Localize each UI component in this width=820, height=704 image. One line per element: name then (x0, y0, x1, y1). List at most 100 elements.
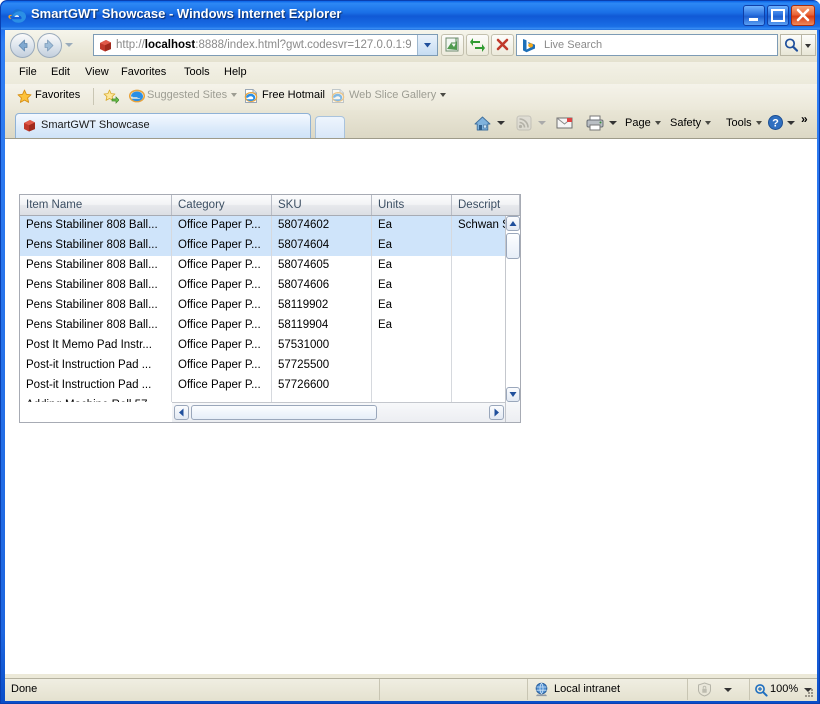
globe-icon (534, 682, 549, 700)
resize-grip[interactable] (802, 686, 814, 698)
menu-bar: File Edit View Favorites Tools Help (5, 62, 817, 85)
search-go-button[interactable] (780, 34, 802, 56)
help-icon[interactable]: ? (767, 114, 784, 134)
cell-sku: 58074604 (272, 236, 372, 256)
window-title: SmartGWT Showcase - Windows Internet Exp… (31, 6, 342, 21)
status-segment-blank-1 (379, 679, 527, 700)
column-header-units[interactable]: Units (372, 195, 452, 215)
cell-item-name: Pens Stabiliner 808 Ball... (20, 256, 172, 276)
star-icon (17, 89, 32, 107)
home-chevron-down-icon[interactable] (497, 121, 505, 125)
cell-description (452, 296, 506, 316)
cell-units: Ea (372, 296, 452, 316)
home-icon[interactable] (473, 114, 492, 136)
page-ie-icon (243, 88, 259, 107)
list-grid-header: Item Name Category SKU Units Descript (20, 195, 520, 216)
status-segment-zone[interactable]: Local intranet (527, 679, 687, 700)
scroll-left-button[interactable] (174, 405, 189, 420)
table-row[interactable]: Pens Stabiliner 808 Ball... Office Paper… (20, 256, 506, 276)
grid-vertical-scrollbar[interactable] (505, 216, 520, 402)
protected-mode-chevron-down-icon[interactable] (724, 688, 732, 692)
client-area: http://localhost:8888/index.html?gwt.cod… (5, 30, 817, 701)
column-header-item-name[interactable]: Item Name (20, 195, 172, 215)
print-icon[interactable] (585, 114, 605, 135)
menu-help[interactable]: Help (222, 66, 249, 78)
favorites-button-label[interactable]: Favorites (35, 89, 80, 101)
feeds-chevron-down-icon (538, 121, 546, 125)
zoom-icon (754, 683, 768, 700)
cell-sku: 57726600 (272, 376, 372, 396)
address-dropdown-button[interactable] (417, 35, 437, 55)
cell-item-name: Pens Stabiliner 808 Ball... (20, 276, 172, 296)
table-row[interactable]: Pens Stabiliner 808 Ball... Office Paper… (20, 236, 506, 256)
cell-sku: 58074605 (272, 256, 372, 276)
page-ie-icon-2 (330, 88, 346, 107)
table-row[interactable]: Post-it Instruction Pad ... Office Paper… (20, 376, 506, 396)
cell-description (452, 356, 506, 376)
cell-sku: 58119904 (272, 316, 372, 336)
print-chevron-down-icon[interactable] (609, 121, 617, 125)
command-tools[interactable]: Tools (726, 117, 762, 129)
cell-category: Office Paper P... (172, 376, 272, 396)
favbar-item-web-slice-gallery[interactable]: Web Slice Gallery (349, 89, 447, 101)
address-bar[interactable]: http://localhost:8888/index.html?gwt.cod… (93, 34, 438, 56)
menu-edit[interactable]: Edit (49, 66, 72, 78)
grid-vertical-scroll-thumb[interactable] (506, 233, 520, 259)
cell-category: Office Paper P... (172, 316, 272, 336)
stop-button[interactable] (491, 34, 514, 56)
favorites-bar: Favorites Suggested Sites Free Hotmail W… (5, 84, 817, 111)
favbar-divider (93, 88, 94, 105)
grid-horizontal-scroll-thumb[interactable] (191, 405, 377, 420)
cell-description (452, 276, 506, 296)
menu-view[interactable]: View (83, 66, 111, 78)
compatibility-view-button[interactable] (441, 34, 464, 56)
minimize-button[interactable] (743, 5, 765, 26)
search-box[interactable]: Live Search (516, 34, 778, 56)
command-bar: Page Safety Tools ? » (5, 110, 817, 138)
recent-pages-chevron-down-icon[interactable] (65, 43, 73, 47)
menu-tools[interactable]: Tools (182, 66, 212, 78)
command-page[interactable]: Page (625, 117, 661, 129)
page-icon (98, 38, 113, 53)
cell-description (452, 336, 506, 356)
command-overflow[interactable]: » (801, 112, 808, 126)
table-row[interactable]: Pens Stabiliner 808 Ball... Office Paper… (20, 316, 506, 336)
grid-horizontal-scrollbar[interactable] (172, 402, 520, 422)
cell-category: Office Paper P... (172, 216, 272, 236)
cell-units: Ea (372, 256, 452, 276)
column-header-description[interactable]: Descript (452, 195, 520, 215)
cell-description (452, 376, 506, 396)
scroll-up-button[interactable] (506, 216, 520, 231)
close-button[interactable] (791, 5, 815, 26)
column-header-category[interactable]: Category (172, 195, 272, 215)
menu-favorites[interactable]: Favorites (119, 66, 168, 78)
read-mail-icon[interactable] (555, 114, 574, 135)
command-safety[interactable]: Safety (670, 117, 712, 129)
favbar-item-suggested-sites[interactable]: Suggested Sites (147, 89, 238, 101)
table-row[interactable]: Pens Stabiliner 808 Ball... Office Paper… (20, 276, 506, 296)
scroll-right-button[interactable] (489, 405, 504, 420)
maximize-button[interactable] (767, 5, 789, 26)
table-row[interactable]: Post It Memo Pad Instr... Office Paper P… (20, 336, 506, 356)
status-segment-protected-mode[interactable] (687, 679, 749, 700)
cell-units: Ea (372, 236, 452, 256)
cell-description: Schwan S (458, 219, 506, 231)
forward-button[interactable] (37, 33, 62, 58)
help-chevron-down-icon[interactable] (787, 121, 795, 125)
search-options-dropdown[interactable] (802, 34, 816, 56)
add-to-favorites-icon[interactable] (103, 89, 120, 107)
cell-category: Office Paper P... (172, 236, 272, 256)
table-row[interactable]: Post-it Instruction Pad ... Office Paper… (20, 356, 506, 376)
back-button[interactable] (10, 33, 35, 58)
table-row[interactable]: Pens Stabiliner 808 Ball... Office Paper… (20, 216, 506, 236)
table-row[interactable]: Pens Stabiliner 808 Ball... Office Paper… (20, 296, 506, 316)
svg-text:?: ? (772, 117, 779, 129)
grid-scroll-corner (505, 402, 520, 422)
refresh-button[interactable] (466, 34, 489, 56)
page-viewport: Item Name Category SKU Units Descript Pe… (5, 138, 817, 674)
column-header-sku[interactable]: SKU (272, 195, 372, 215)
favbar-item-free-hotmail[interactable]: Free Hotmail (262, 89, 325, 101)
scroll-down-button[interactable] (506, 387, 520, 402)
menu-file[interactable]: File (17, 66, 39, 78)
cell-sku: 57725500 (272, 356, 372, 376)
